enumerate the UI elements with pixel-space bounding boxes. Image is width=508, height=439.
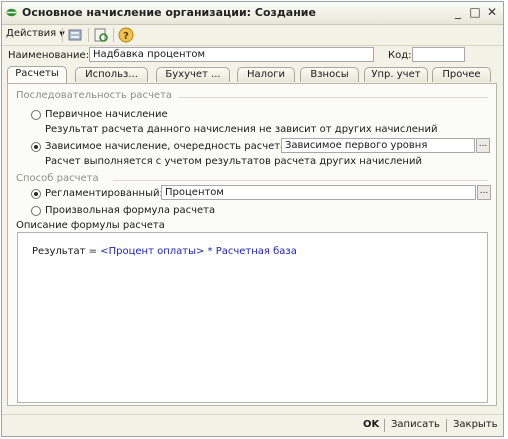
tab-calculations[interactable]: Расчеты — [7, 66, 67, 83]
footer-separator — [446, 419, 447, 432]
formula-percent-part: <Процент оплаты> — [100, 246, 205, 257]
method-section-title: Способ расчета — [16, 173, 99, 184]
primary-accrual-label: Первичное начисление — [45, 109, 168, 120]
formula-multiply-part: * — [204, 246, 216, 257]
section-divider — [178, 97, 488, 98]
toolbar: Действия ▼ ? — [2, 25, 503, 46]
window-title: Основное начисление организации: Создани… — [22, 6, 316, 19]
refresh-icon[interactable] — [93, 27, 109, 43]
tab-usage[interactable]: Использ... — [75, 67, 148, 82]
regulated-radio[interactable] — [31, 189, 41, 199]
window: Основное начисление организации: Создани… — [1, 1, 504, 437]
footer-bar: OK Записать Закрыть — [2, 414, 503, 437]
primary-accrual-radio[interactable] — [31, 110, 41, 120]
tab-taxes[interactable]: Налоги — [237, 67, 295, 82]
section-divider — [113, 180, 488, 181]
title-bar[interactable]: Основное начисление организации: Создани… — [2, 2, 503, 25]
sequence-section-title: Последовательность расчета — [16, 90, 173, 101]
footer-separator — [384, 419, 385, 432]
code-label: Код: — [388, 50, 412, 61]
regulated-method-field[interactable]: Процентом — [161, 185, 476, 200]
tab-accounting[interactable]: Бухучет ... — [156, 67, 230, 82]
dependent-accrual-label: Зависимое начисление, очередность расчет… — [45, 141, 290, 152]
code-field[interactable] — [412, 47, 465, 62]
calculation-order-field[interactable]: Зависимое первого уровня — [281, 138, 475, 153]
actions-menu[interactable]: Действия ▼ — [6, 28, 65, 39]
custom-formula-label: Произвольная формула расчета — [45, 205, 216, 216]
calculation-order-select-button[interactable]: ... — [476, 138, 490, 153]
primary-accrual-note: Результат расчета данного начисления не … — [45, 124, 438, 135]
custom-formula-radio[interactable] — [31, 206, 41, 216]
formula-result-part: Результат = — [32, 246, 101, 257]
dependent-accrual-radio[interactable] — [31, 142, 41, 152]
formula-description-box[interactable]: Результат = <Процент оплаты> * Расчетная… — [17, 232, 488, 403]
tab-other[interactable]: Прочее — [432, 67, 491, 82]
minimize-icon[interactable]: _ — [450, 4, 466, 20]
save-list-icon[interactable] — [67, 27, 83, 43]
tab-contributions[interactable]: Взносы — [300, 67, 359, 82]
actions-menu-label: Действия — [6, 28, 57, 39]
regulated-method-select-button[interactable]: ... — [477, 185, 491, 200]
toolbar-separator — [113, 28, 114, 42]
formula-base-part: Расчетная база — [215, 246, 297, 257]
help-icon[interactable]: ? — [118, 27, 134, 43]
close-icon[interactable]: ✕ — [484, 4, 500, 20]
ok-button[interactable]: OK — [363, 419, 379, 430]
save-button[interactable]: Записать — [391, 419, 440, 430]
toolbar-separator — [88, 28, 89, 42]
formula-text: Результат = <Процент оплаты> * Расчетная… — [32, 246, 297, 257]
tab-panel-calculations: Последовательность расчета Первичное нач… — [7, 83, 497, 406]
dependent-accrual-note: Расчет выполняется с учетом результатов … — [45, 156, 422, 167]
name-field[interactable]: Надбавка процентом — [89, 47, 374, 62]
name-label: Наименование: — [8, 50, 90, 61]
restore-icon[interactable]: □ — [467, 4, 483, 20]
formula-description-label: Описание формулы расчета — [16, 220, 165, 231]
app-logo-icon — [6, 8, 17, 17]
close-button[interactable]: Закрыть — [453, 419, 498, 430]
regulated-label: Регламентированный: — [45, 188, 163, 199]
svg-text:?: ? — [123, 31, 129, 42]
toolbar-separator — [62, 28, 63, 42]
tab-management-accounting[interactable]: Упр. учет — [364, 67, 428, 82]
